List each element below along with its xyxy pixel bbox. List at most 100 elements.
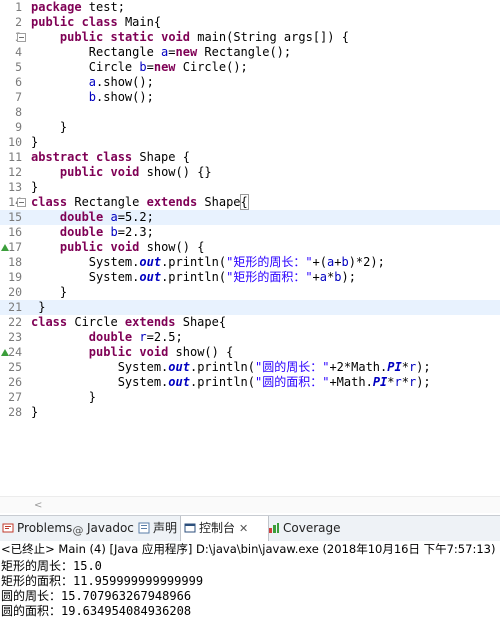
tab-problems[interactable]: Problems (0, 516, 72, 541)
fold-toggle-icon[interactable] (17, 33, 26, 42)
code-token: =2.5; (146, 330, 183, 344)
line-number: 21 (8, 300, 22, 314)
code-line[interactable]: 9 } (0, 120, 500, 135)
code-token: new (153, 60, 176, 74)
line-number: 24 (8, 345, 22, 359)
code-line[interactable]: 4 Rectangle a=new Rectangle(); (0, 45, 500, 60)
code-line[interactable]: 25 System.out.println("圆的周长："+2*Math.PI*… (0, 360, 500, 375)
code-token: System. (31, 360, 169, 374)
code-text: } (31, 135, 38, 150)
code-text: } (31, 120, 67, 135)
code-token: )*2); (348, 255, 385, 269)
code-token: out (168, 360, 190, 374)
tab-javadoc[interactable]: @ Javadoc (72, 516, 136, 541)
code-line[interactable]: 26 System.out.println("圆的面积："+Math.PI*r*… (0, 375, 500, 390)
code-token: } (31, 405, 39, 419)
code-line[interactable]: 18 System.out.println("矩形的周长："+(a+b)*2); (0, 255, 500, 270)
code-token: .show(); (96, 75, 154, 89)
code-text: System.out.println("圆的周长："+2*Math.PI*r); (31, 360, 431, 375)
line-number: 26 (8, 375, 22, 389)
code-token: out (139, 255, 162, 269)
code-line[interactable]: 21 } (0, 300, 500, 315)
code-line[interactable]: 14 class Rectangle extends Shape{ (0, 194, 500, 210)
line-number: 17 (8, 240, 22, 254)
code-line[interactable]: 8 (0, 105, 500, 120)
code-line[interactable]: 10} (0, 135, 500, 150)
code-token: + (312, 270, 320, 284)
code-line[interactable]: 23 double r=2.5; (0, 330, 500, 345)
code-token: * (401, 360, 409, 374)
close-icon[interactable]: ✕ (239, 522, 248, 535)
console-line: 圆的面积：19.634954084936208 (1, 604, 192, 618)
code-token: a (319, 270, 328, 284)
code-line[interactable]: 11 abstract class Shape { (0, 150, 500, 165)
line-number: 7 (15, 90, 22, 104)
code-token: show() { (168, 345, 234, 359)
bottom-panel-tabbar: Problems @ Javadoc 声明 控制台 ✕ Coverage (0, 515, 500, 542)
code-token: ); (416, 360, 431, 374)
code-line[interactable]: 19 System.out.println("矩形的面积："+a*b); (0, 270, 500, 285)
code-token: "圆的面积：" (255, 375, 330, 389)
code-token: =5.2; (117, 210, 154, 224)
tab-label: 声明 (153, 521, 178, 535)
code-token: System. (31, 375, 169, 389)
code-line[interactable]: 3 public static void main(String args[])… (0, 30, 500, 45)
code-token: double (88, 330, 133, 344)
horizontal-scrollbar[interactable]: < (0, 496, 500, 513)
tab-declaration[interactable]: 声明 (138, 516, 182, 541)
code-token: Circle (67, 315, 125, 329)
code-line[interactable]: 7 b.show(); (0, 90, 500, 105)
code-line[interactable]: 16 double b=2.3; (0, 225, 500, 240)
code-token: class (81, 15, 118, 29)
code-line[interactable]: 24 public void show() { (0, 345, 500, 360)
code-line[interactable]: 27 } (0, 390, 500, 405)
code-token: ); (341, 270, 356, 284)
code-line[interactable]: 17 public void show() { (0, 240, 500, 255)
code-line[interactable]: 2 public class Main{ (0, 15, 500, 30)
code-token: "圆的周长：" (255, 360, 330, 374)
code-line[interactable]: 28} (0, 405, 500, 420)
code-token: } (31, 390, 97, 404)
tab-coverage[interactable]: Coverage (268, 516, 348, 541)
code-editor[interactable]: 1 package test; 2 public class Main{3 publi… (0, 0, 500, 513)
code-token: package (31, 0, 82, 14)
code-token: void (110, 240, 140, 254)
code-line[interactable]: 22 class Circle extends Shape{ (0, 315, 500, 330)
code-line[interactable]: 6 a.show(); (0, 75, 500, 90)
code-text: double b=2.3; (31, 225, 154, 240)
code-token: .println( (189, 360, 255, 374)
code-line[interactable]: 12 public void show() {} (0, 165, 500, 180)
code-line[interactable]: 20 } (0, 285, 500, 300)
code-token: a (88, 75, 97, 89)
line-number: 6 (15, 75, 22, 89)
line-number: 15 (8, 210, 22, 224)
fold-toggle-icon[interactable] (17, 198, 26, 207)
line-number: 5 (15, 60, 22, 74)
line-number: 11 (8, 150, 22, 164)
code-token: } (31, 135, 39, 149)
console-output[interactable]: <已终止> Main (4) [Java 应用程序] D:\java\bin\j… (0, 541, 500, 623)
problems-icon (2, 523, 14, 533)
code-token: abstract (31, 150, 89, 164)
tab-console[interactable]: 控制台 ✕ (180, 516, 269, 541)
code-line[interactable]: 5 Circle b=new Circle(); (0, 60, 500, 75)
code-token: static (110, 30, 154, 44)
code-text: } (31, 180, 38, 195)
tab-label: 控制台 (199, 521, 236, 535)
code-line[interactable]: 1 package test; (0, 0, 500, 15)
line-number: 23 (8, 330, 22, 344)
code-line[interactable]: 13} (0, 180, 500, 195)
code-token: "矩形的面积：" (226, 270, 313, 284)
code-token: { (239, 194, 249, 210)
code-token: Rectangle(); (197, 45, 292, 59)
scroll-left-icon[interactable]: < (34, 500, 42, 511)
code-token: class (31, 195, 68, 209)
code-line[interactable]: 15 double a=5.2; (0, 210, 500, 225)
code-token: b (341, 255, 349, 269)
